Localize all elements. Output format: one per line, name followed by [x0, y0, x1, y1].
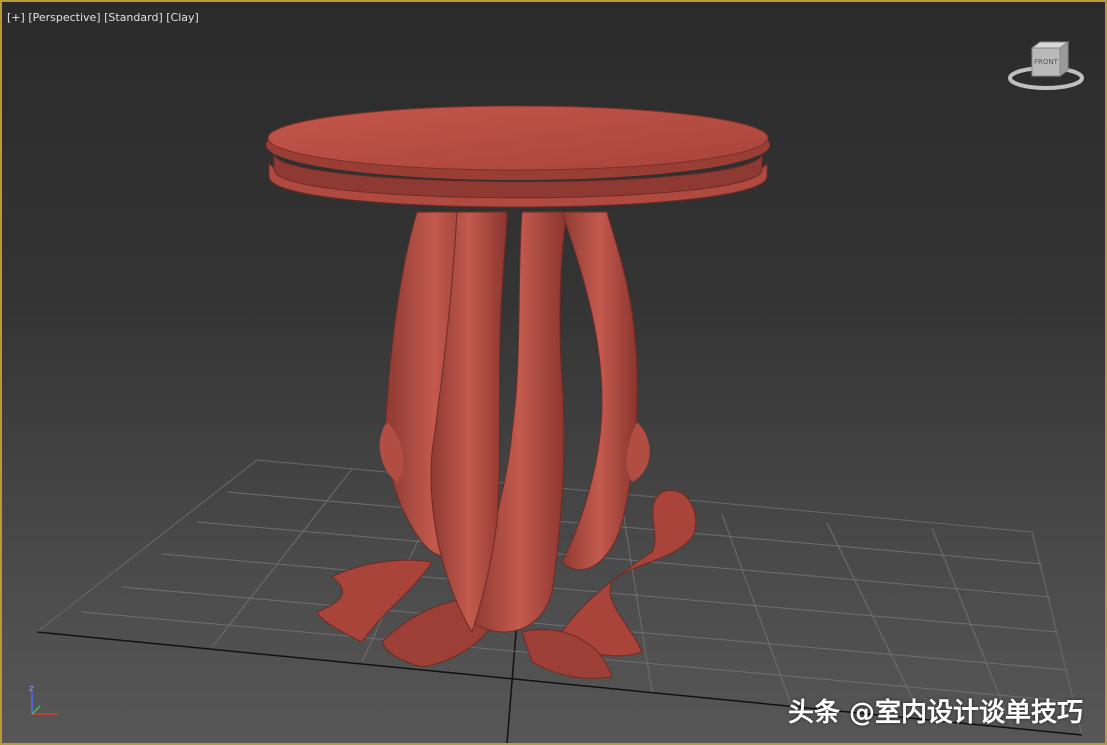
- perspective-viewport[interactable]: [+] [Perspective] [Standard] [Clay] FRON…: [0, 0, 1107, 745]
- viewport-view-label[interactable]: [Perspective]: [28, 11, 100, 24]
- viewcube-icon[interactable]: FRONT: [1008, 40, 1092, 98]
- viewport-style-label[interactable]: [Clay]: [166, 11, 199, 24]
- viewcube-face-label: FRONT: [1034, 58, 1059, 66]
- table-top: [266, 105, 770, 180]
- watermark-text: 头条 @室内设计谈单技巧: [787, 698, 1083, 728]
- axis-z-label: Z: [29, 685, 34, 693]
- axis-tripod-icon: Z: [29, 685, 58, 715]
- scene-render[interactable]: [2, 2, 1105, 743]
- viewport-shading-label[interactable]: [Standard]: [104, 11, 163, 24]
- viewport-menu-plus[interactable]: [+]: [7, 11, 25, 24]
- viewport-label[interactable]: [+] [Perspective] [Standard] [Clay]: [7, 11, 199, 24]
